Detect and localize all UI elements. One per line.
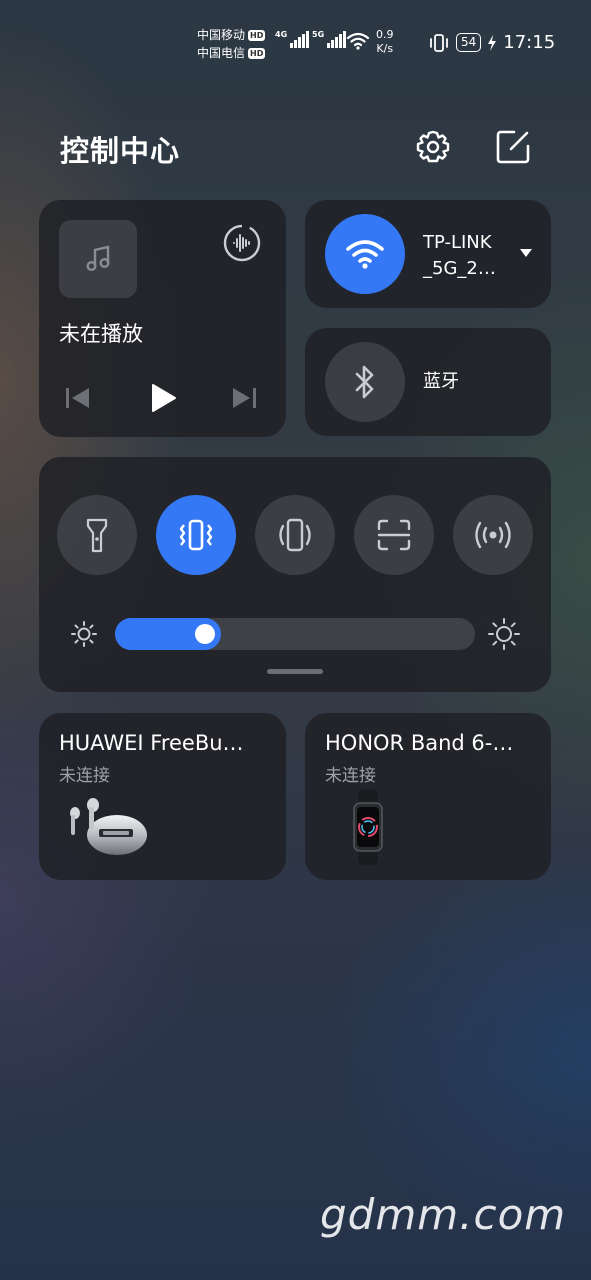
- wifi-dropdown[interactable]: [517, 246, 535, 260]
- auto-rotate-toggle[interactable]: [255, 495, 335, 575]
- sim1-signal-icon: 4G: [275, 30, 310, 48]
- hd-badge: HD: [248, 29, 266, 41]
- rotate-icon: [279, 518, 311, 552]
- edit-button[interactable]: [494, 128, 532, 166]
- nfc-toggle[interactable]: [453, 495, 533, 575]
- bluetooth-card[interactable]: 蓝牙: [305, 328, 551, 436]
- carrier-info: 中国移动 HD 中国电信 HD: [197, 26, 266, 62]
- page-title: 控制中心: [60, 134, 181, 168]
- band-image: [353, 789, 383, 865]
- wifi-toggle[interactable]: [325, 214, 405, 294]
- skip-previous-icon: [66, 388, 89, 408]
- audio-output-button[interactable]: [221, 222, 263, 264]
- music-note-icon: [86, 245, 110, 272]
- vibrate-icon: [179, 519, 213, 551]
- gear-icon: [416, 130, 450, 163]
- device-card-earbuds[interactable]: HUAWEI FreeBu… 未连接: [39, 713, 286, 880]
- quick-settings-card: [39, 457, 551, 692]
- settings-button[interactable]: [414, 128, 452, 166]
- watermark: gdmm.com: [320, 1190, 567, 1239]
- bluetooth-toggle[interactable]: [325, 342, 405, 422]
- flashlight-icon: [86, 518, 108, 553]
- wifi-signal-icon: [346, 32, 370, 50]
- device-name: HUAWEI FreeBu…: [59, 731, 244, 755]
- network-speed: 0.9 K/s: [376, 28, 394, 55]
- brightness-thumb[interactable]: [195, 624, 215, 644]
- device-status: 未连接: [59, 766, 110, 786]
- media-status: 未在播放: [59, 322, 143, 346]
- carrier-2: 中国电信: [197, 46, 246, 60]
- device-card-band[interactable]: HONOR Band 6-… 未连接: [305, 713, 551, 880]
- sim2-signal-icon: 5G: [312, 30, 347, 48]
- clock: 17:15: [503, 32, 556, 53]
- charging-icon: [488, 34, 497, 51]
- play-icon: [152, 384, 176, 412]
- edit-icon: [496, 130, 530, 164]
- hd-badge: HD: [248, 47, 266, 59]
- device-status: 未连接: [325, 766, 376, 786]
- brightness-low-icon: [71, 621, 97, 647]
- expand-handle[interactable]: [267, 669, 323, 674]
- nfc-icon: [475, 521, 511, 549]
- next-button[interactable]: [229, 384, 261, 412]
- scan-toggle[interactable]: [354, 495, 434, 575]
- previous-button[interactable]: [61, 384, 93, 412]
- device-name: HONOR Band 6-…: [325, 731, 514, 755]
- play-button[interactable]: [145, 380, 181, 416]
- media-card[interactable]: 未在播放: [39, 200, 286, 437]
- dropdown-arrow-icon: [520, 249, 532, 257]
- wifi-card[interactable]: TP-LINK _5G_2…: [305, 200, 551, 308]
- wifi-network-name: TP-LINK _5G_2…: [423, 232, 496, 279]
- vibrate-status-icon: [430, 33, 448, 52]
- vibrate-toggle[interactable]: [156, 495, 236, 575]
- flashlight-toggle[interactable]: [57, 495, 137, 575]
- wifi-icon: [346, 240, 384, 269]
- battery-level: 54: [461, 35, 477, 49]
- album-art: [59, 220, 137, 298]
- brightness-high-icon: [488, 618, 520, 650]
- brightness-slider[interactable]: [115, 618, 475, 650]
- bluetooth-icon: [355, 365, 374, 399]
- earbuds-image: [70, 798, 147, 855]
- status-bar: 中国移动 HD 中国电信 HD 4G 5G 0.9 K/s 54 17:15: [0, 24, 591, 66]
- battery-indicator: 54: [456, 33, 482, 52]
- audio-output-icon: [223, 224, 261, 262]
- bluetooth-label: 蓝牙: [423, 371, 459, 392]
- skip-next-icon: [233, 388, 256, 408]
- carrier-1: 中国移动: [197, 28, 246, 42]
- scan-icon: [377, 519, 411, 551]
